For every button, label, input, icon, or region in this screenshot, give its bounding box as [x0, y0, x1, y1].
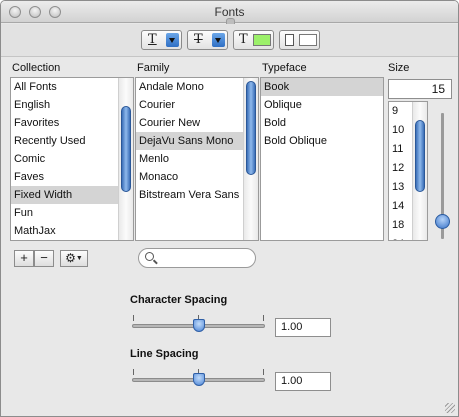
add-collection-button[interactable]: +: [14, 250, 34, 267]
typeface-item[interactable]: Bold Oblique: [261, 132, 383, 150]
line-spacing-knob[interactable]: [193, 373, 205, 386]
family-header: Family: [137, 62, 170, 74]
collection-item[interactable]: All Fonts: [11, 78, 133, 96]
text-color-button[interactable]: T: [233, 30, 274, 50]
line-spacing-field[interactable]: 1.00: [275, 372, 331, 391]
collection-item[interactable]: MathJax: [11, 222, 133, 240]
line-spacing-label: Line Spacing: [130, 348, 199, 360]
collection-item[interactable]: Fun: [11, 204, 133, 222]
collection-item[interactable]: Faves: [11, 168, 133, 186]
chevron-down-icon[interactable]: [212, 33, 225, 47]
family-item[interactable]: Andale Mono: [136, 78, 258, 96]
document-color-button[interactable]: [279, 30, 320, 50]
text-color-swatch[interactable]: [253, 34, 271, 46]
fonts-window: Fonts T T T Collection Family Typeface S…: [0, 0, 459, 417]
family-item[interactable]: Monaco: [136, 168, 258, 186]
collection-scrollbar[interactable]: [118, 78, 133, 240]
chevron-down-icon[interactable]: [166, 33, 179, 47]
collection-item[interactable]: Fixed Width: [11, 186, 133, 204]
resize-grip[interactable]: [445, 403, 455, 413]
collection-item[interactable]: Comic: [11, 150, 133, 168]
strikethrough-button[interactable]: T: [187, 30, 228, 50]
underline-button[interactable]: T: [141, 30, 182, 50]
character-spacing-label: Character Spacing: [130, 294, 228, 306]
typeface-header: Typeface: [262, 62, 307, 74]
family-item[interactable]: Menlo: [136, 150, 258, 168]
search-field[interactable]: [138, 248, 256, 268]
text-color-icon: T: [239, 32, 248, 47]
typeface-item[interactable]: Bold: [261, 114, 383, 132]
collection-scroll-thumb[interactable]: [121, 106, 131, 192]
size-header: Size: [388, 62, 410, 74]
underline-icon: T: [148, 32, 157, 47]
search-icon: [145, 252, 154, 261]
size-scroll-thumb[interactable]: [415, 120, 425, 192]
window-title: Fonts: [214, 5, 245, 19]
collection-item[interactable]: Recently Used: [11, 132, 133, 150]
family-scrollbar[interactable]: [243, 78, 258, 240]
family-item[interactable]: Bitstream Vera Sans: [136, 186, 258, 204]
slider-tick: [263, 315, 264, 321]
action-menu-button[interactable]: ⚙▼: [60, 250, 88, 267]
size-list[interactable]: 910111213141824: [388, 101, 428, 241]
family-scroll-thumb[interactable]: [246, 81, 256, 175]
size-scrollbar[interactable]: [412, 102, 427, 240]
family-item[interactable]: DejaVu Sans Mono: [136, 132, 258, 150]
collection-item[interactable]: Favorites: [11, 114, 133, 132]
size-input[interactable]: 15: [388, 79, 452, 99]
family-item[interactable]: Courier: [136, 96, 258, 114]
character-spacing-knob[interactable]: [193, 319, 205, 332]
typeface-list[interactable]: Book Oblique Bold Bold Oblique: [260, 77, 384, 241]
collection-list[interactable]: All Fonts English Favorites Recently Used Co…: [10, 77, 134, 241]
typeface-item[interactable]: Oblique: [261, 96, 383, 114]
remove-collection-button[interactable]: −: [34, 250, 54, 267]
title-bar[interactable]: Fonts: [1, 1, 458, 24]
gear-icon: ⚙: [65, 251, 76, 265]
chevron-down-icon: ▼: [75, 255, 83, 262]
document-color-swatch[interactable]: [299, 34, 317, 46]
size-slider-knob[interactable]: [435, 214, 450, 229]
slider-tick: [263, 369, 264, 375]
document-icon: [285, 34, 294, 46]
collection-header: Collection: [12, 62, 61, 74]
toolbar: T T T: [1, 24, 458, 57]
slider-tick: [133, 315, 134, 321]
strikethrough-icon: T: [194, 32, 203, 47]
character-spacing-field[interactable]: 1.00: [275, 318, 331, 337]
family-item[interactable]: Courier New: [136, 114, 258, 132]
slider-tick: [133, 369, 134, 375]
family-list[interactable]: Andale Mono Courier Courier New DejaVu Sans…: [135, 77, 259, 241]
collection-item[interactable]: English: [11, 96, 133, 114]
typeface-item[interactable]: Book: [261, 78, 383, 96]
